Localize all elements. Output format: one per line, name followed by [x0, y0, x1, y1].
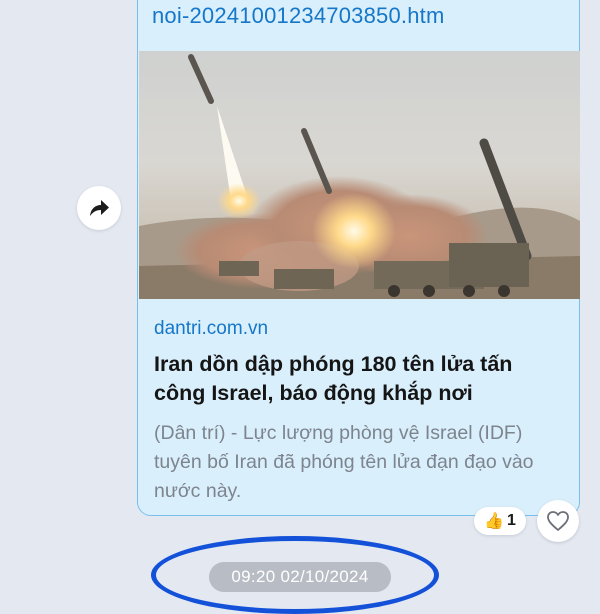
share-button[interactable] [77, 186, 121, 230]
link-url[interactable]: noi-20241001234703850.htm [152, 3, 444, 29]
heart-outline-icon [547, 511, 569, 531]
reaction-count: 1 [507, 512, 516, 529]
link-title[interactable]: Iran dồn dập phóng 180 tên lửa tấn công … [154, 350, 569, 408]
link-domain[interactable]: dantri.com.vn [154, 318, 268, 340]
react-button[interactable] [537, 500, 579, 542]
link-preview-image[interactable] [139, 51, 580, 299]
reaction-badge[interactable]: 👍 1 [474, 507, 526, 535]
thumbs-up-icon: 👍 [484, 513, 504, 530]
share-arrow-icon [90, 200, 109, 216]
link-description: (Dân trí) - Lực lượng phòng vệ Israel (I… [154, 422, 534, 502]
missile-launch-illustration [139, 54, 580, 299]
highlight-ellipse [151, 536, 439, 614]
